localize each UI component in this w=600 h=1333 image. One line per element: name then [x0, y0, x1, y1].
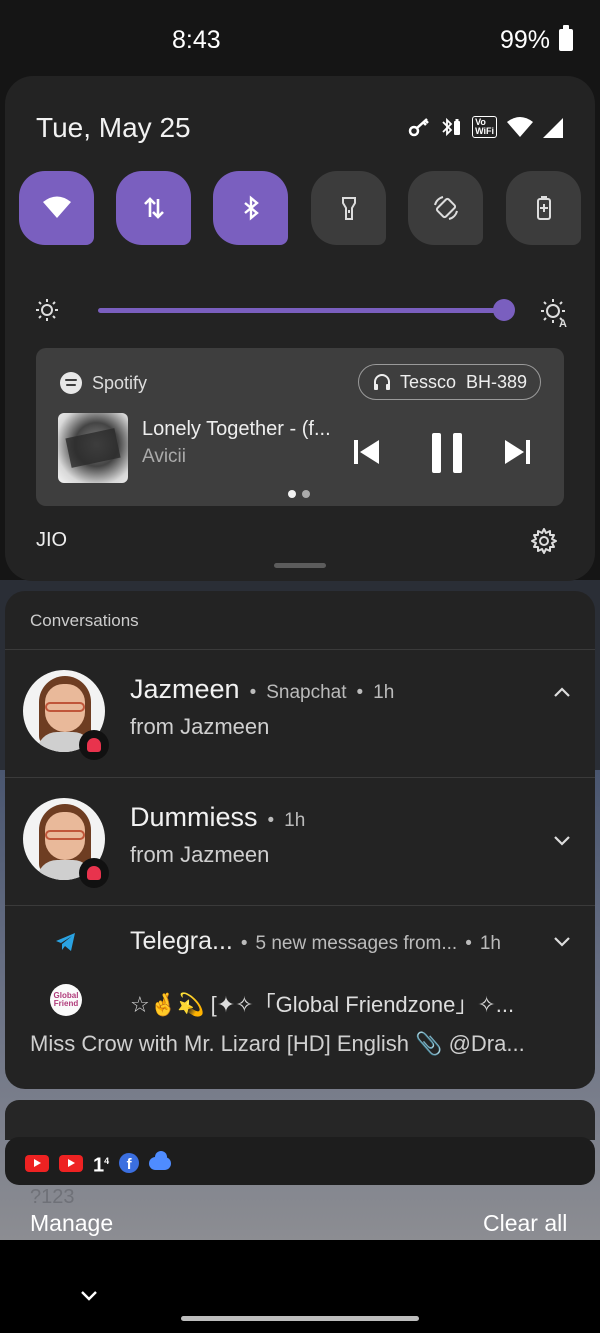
facebook-icon: f: [119, 1153, 140, 1174]
wifi-icon: [42, 196, 71, 218]
media-player-card[interactable]: Spotify Tessco BH-389 Lonely Together - …: [36, 348, 564, 506]
conversation-title-row: Dummiess • 1h: [130, 802, 305, 833]
gesture-home-bar[interactable]: [181, 1316, 419, 1321]
bluetooth-battery-icon: [440, 116, 462, 138]
chevron-down-icon[interactable]: [550, 929, 574, 953]
pause-button[interactable]: [427, 431, 467, 475]
conversations-panel: Conversations Jazmeen • Snapchat • 1h fr…: [5, 591, 595, 1089]
telegram-sep: •: [240, 933, 248, 954]
youtube-icon: [25, 1154, 49, 1172]
tile-wifi[interactable]: [19, 171, 94, 245]
telegram-notification[interactable]: Telegra... • 5 new messages from... • 1h…: [5, 907, 595, 1089]
headphones-icon: [373, 374, 390, 390]
brightness-control: A: [35, 298, 570, 328]
bluetooth-icon: [243, 195, 259, 221]
status-icons: Vo WiFi: [408, 116, 563, 138]
brightness-low-icon: [36, 299, 58, 321]
media-controls: [352, 431, 532, 475]
page-dot-active: [288, 490, 296, 498]
chevron-up-icon[interactable]: [550, 681, 574, 705]
telegram-message-line: ☆🤞💫 [✦✧「Global Friendzone」✧...: [130, 992, 515, 1017]
conversations-header: Conversations: [30, 611, 139, 630]
quick-settings-panel: Tue, May 25 Vo WiFi A Spotify Tessco BH-…: [5, 76, 595, 581]
telegram-app-name: Telegra...: [130, 927, 233, 955]
settings-gear-icon[interactable]: [530, 527, 558, 555]
conversation-app: Snapchat: [266, 682, 347, 703]
conversation-time: 1h: [284, 810, 306, 831]
manage-button[interactable]: Manage: [30, 1210, 113, 1237]
collapse-chevron-icon[interactable]: [77, 1283, 101, 1307]
wifi-status-icon: [507, 116, 533, 138]
brightness-slider-thumb[interactable]: [493, 299, 515, 321]
carrier-label: JIO: [36, 529, 68, 551]
telegram-icon: [56, 933, 75, 951]
auto-brightness-icon[interactable]: A: [540, 298, 570, 328]
telegram-title-row: Telegra... • 5 new messages from... • 1h: [130, 927, 501, 956]
tile-mobile-data[interactable]: [116, 171, 191, 245]
telegram-sep: •: [465, 933, 472, 954]
collapsed-notification-edge: [5, 1100, 595, 1140]
tile-flashlight[interactable]: [311, 171, 386, 245]
clear-all-button[interactable]: Clear all: [483, 1210, 567, 1237]
conversation-title-row: Jazmeen • Snapchat • 1h: [130, 674, 394, 705]
data-arrows-icon: [143, 197, 164, 219]
battery-percent: 99%: [499, 26, 550, 54]
date-label[interactable]: Tue, May 25: [36, 112, 191, 144]
one-icon: 14: [93, 1154, 110, 1177]
youtube-icon: [59, 1154, 83, 1172]
track-title: Lonely Together - (f...: [142, 418, 331, 440]
signal-icon: [543, 116, 563, 138]
silent-notifications-bar[interactable]: 14 f: [5, 1137, 595, 1185]
page-dot: [302, 490, 310, 498]
album-art: [58, 413, 128, 483]
tile-bluetooth[interactable]: [213, 171, 288, 245]
media-app-row: Spotify: [60, 372, 147, 394]
flashlight-icon: [341, 197, 356, 220]
battery-saver-icon: [536, 196, 551, 220]
svg-text:A: A: [559, 318, 567, 328]
telegram-message-line: Miss Crow with Mr. Lizard [HD] English 📎…: [30, 1031, 525, 1056]
media-app-label: Spotify: [92, 372, 148, 393]
media-page-indicator: [288, 490, 310, 498]
output-device-chip[interactable]: Tessco BH-389: [357, 364, 541, 400]
telegram-time: 1h: [479, 933, 501, 954]
conversation-jazmeen[interactable]: Jazmeen • Snapchat • 1h from Jazmeen: [5, 650, 595, 776]
skip-previous-button[interactable]: [352, 437, 382, 467]
spotify-icon: [60, 372, 82, 394]
brightness-slider[interactable]: [98, 308, 508, 313]
group-avatar: Global Friend: [50, 984, 82, 1016]
snapchat-icon: [79, 730, 109, 760]
skip-next-button[interactable]: [502, 437, 532, 467]
output-device-label: Tessco BH-389: [399, 371, 527, 392]
conversation-time: 1h: [373, 682, 395, 703]
drag-handle[interactable]: [274, 563, 326, 568]
track-artist: Avicii: [142, 446, 186, 467]
tile-battery-saver[interactable]: [506, 171, 581, 245]
status-bar: 8:43 99%: [0, 0, 600, 80]
clock: 8:43: [172, 26, 221, 54]
quick-tiles: [19, 171, 581, 247]
vpn-key-icon: [408, 116, 430, 138]
rotate-icon: [433, 196, 458, 220]
conversation-preview: from Jazmeen: [130, 842, 270, 867]
silent-app-icons: 14 f: [25, 1150, 172, 1177]
conversation-sep: •: [249, 682, 257, 703]
conversation-sep: •: [356, 682, 364, 703]
vowifi-icon: Vo WiFi: [472, 116, 497, 138]
keyboard-ghost-label: ?123: [30, 1186, 75, 1208]
conversation-preview: from Jazmeen: [130, 714, 270, 739]
conversation-dummiess[interactable]: Dummiess • 1h from Jazmeen: [5, 778, 595, 904]
cloud-icon: [149, 1150, 172, 1170]
conversation-name: Dummiess: [130, 802, 258, 832]
battery-icon: [559, 25, 573, 51]
tile-auto-rotate[interactable]: [408, 171, 483, 245]
conversation-name: Jazmeen: [130, 674, 240, 704]
conversation-sep: •: [267, 810, 275, 831]
chevron-down-icon[interactable]: [550, 828, 574, 852]
snapchat-icon: [79, 858, 109, 888]
telegram-summary: 5 new messages from...: [255, 933, 458, 954]
divider: [5, 905, 595, 906]
